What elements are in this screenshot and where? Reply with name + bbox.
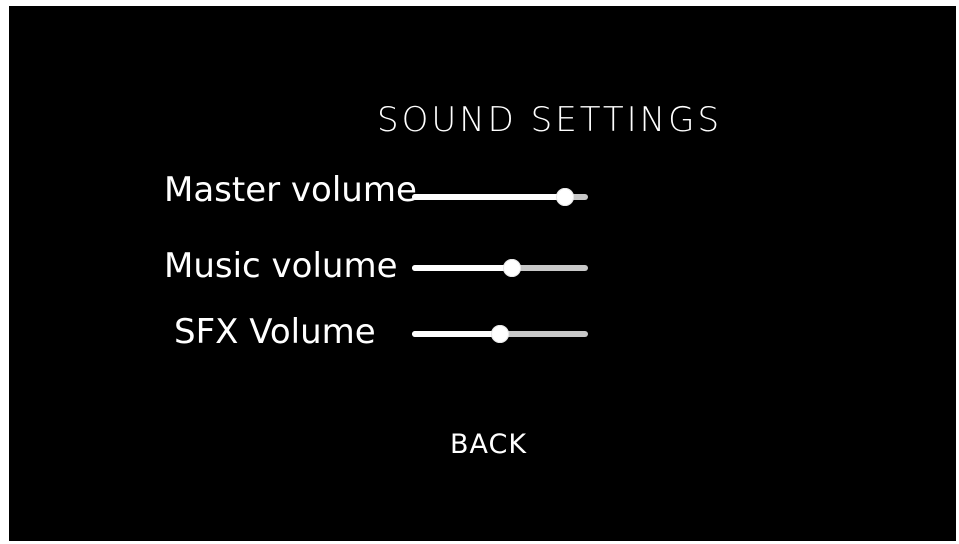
- sound-settings-screen: SOUND SETTINGS Master volume Music volum…: [9, 6, 956, 541]
- slider-thumb[interactable]: [556, 188, 575, 206]
- master-volume-label: Master volume: [164, 170, 417, 210]
- slider-thumb[interactable]: [503, 259, 522, 277]
- master-volume-slider[interactable]: [412, 188, 588, 206]
- slider-fill: [412, 265, 513, 271]
- slider-fill: [412, 194, 566, 200]
- music-volume-slider[interactable]: [412, 259, 588, 277]
- slider-thumb[interactable]: [491, 325, 509, 343]
- sfx-volume-label: SFX Volume: [174, 312, 376, 352]
- back-button[interactable]: BACK: [450, 431, 527, 458]
- music-volume-label: Music volume: [164, 246, 398, 286]
- sfx-volume-slider[interactable]: [412, 325, 588, 343]
- menu-title: SOUND SETTINGS: [377, 100, 723, 140]
- slider-fill: [412, 331, 500, 337]
